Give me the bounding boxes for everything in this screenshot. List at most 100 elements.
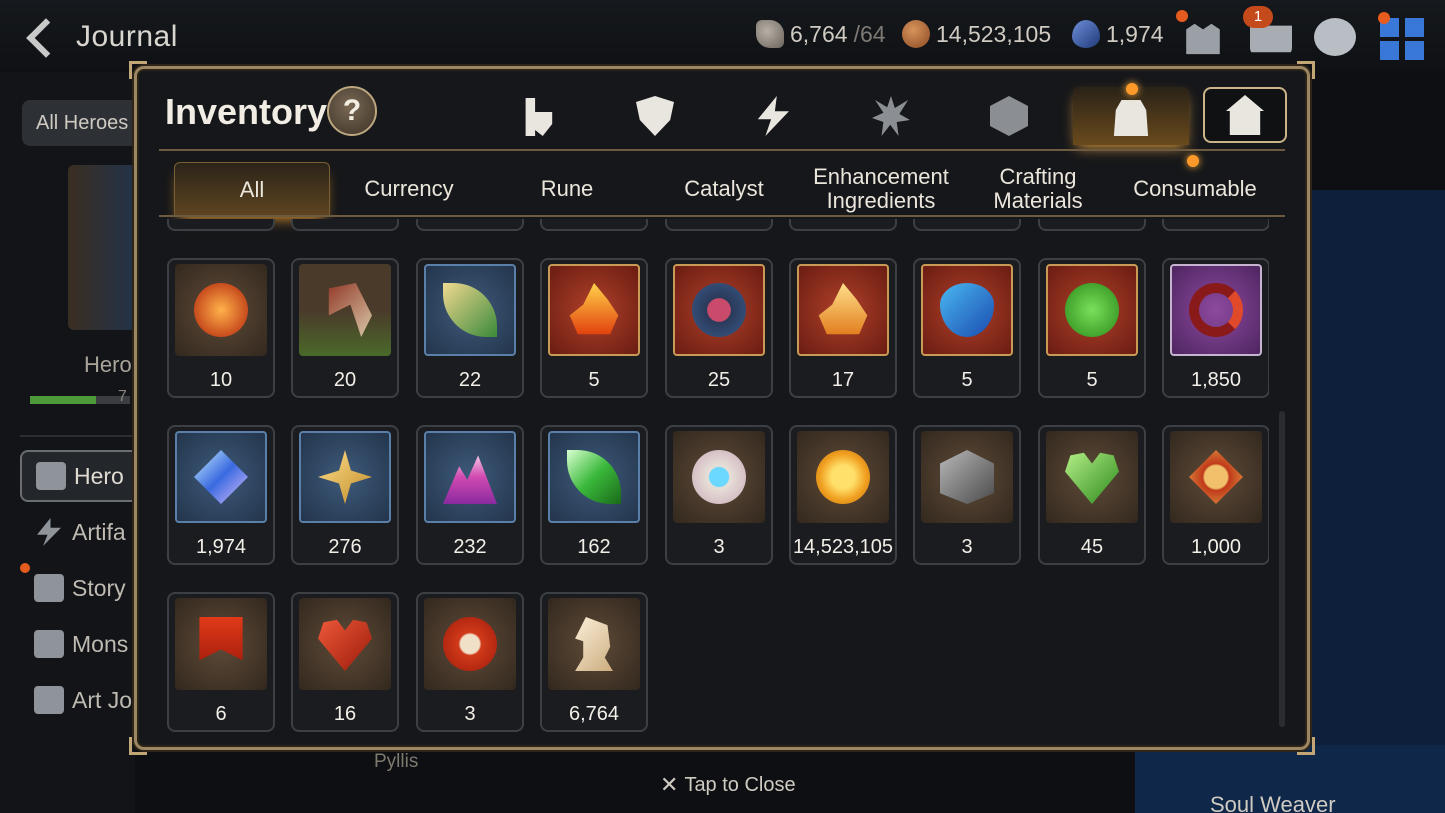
class-label: Soul Weaver <box>1210 792 1336 813</box>
skystone-counter[interactable]: 6,764/64 <box>756 20 886 48</box>
hero-label: Hero <box>84 352 132 377</box>
item-qty: 5 <box>588 369 600 391</box>
item-slot[interactable]: 276 <box>291 425 399 565</box>
item-frame <box>299 431 391 523</box>
gold-value: 14,523,105 <box>936 20 1052 47</box>
tab-equipment[interactable] <box>479 87 595 145</box>
item-qty: 20 <box>333 369 357 391</box>
item-slot[interactable]: 10 <box>167 258 275 398</box>
subtab-currency[interactable]: Currency <box>331 162 487 216</box>
menu-grid-icon[interactable] <box>1380 18 1424 60</box>
scrollbar[interactable] <box>1279 411 1285 727</box>
item-slot[interactable]: 17 <box>789 258 897 398</box>
item-frame <box>424 598 516 690</box>
item-slot[interactable]: 1,850 <box>1162 258 1269 398</box>
splat-icon <box>872 96 910 136</box>
item-slot-partial[interactable] <box>540 219 648 231</box>
item-slot[interactable]: 1,000 <box>1162 425 1269 565</box>
item-frame <box>673 431 765 523</box>
nav-artifact[interactable]: Artifa <box>20 506 140 558</box>
item-slot[interactable]: 1,974 <box>167 425 275 565</box>
item-slot-partial[interactable] <box>665 219 773 231</box>
tab-items[interactable] <box>1073 87 1189 145</box>
subtab-all[interactable]: All <box>174 162 330 216</box>
item-frame <box>921 431 1013 523</box>
subtab-consumable[interactable]: Consumable <box>1117 162 1273 216</box>
nav-hero[interactable]: Hero <box>20 450 140 502</box>
item-frame <box>424 431 516 523</box>
tab-artifact[interactable] <box>597 87 713 145</box>
hero-name: Pyllis <box>374 751 419 772</box>
item-qty: 3 <box>713 536 725 558</box>
item-slot[interactable]: 3 <box>416 592 524 732</box>
item-frame <box>299 264 391 356</box>
tab-cube[interactable] <box>951 87 1067 145</box>
seal-icon <box>443 617 497 671</box>
item-frame <box>1170 264 1262 356</box>
item-slot[interactable]: 5 <box>913 258 1021 398</box>
item-slot-partial[interactable] <box>291 219 399 231</box>
help-button[interactable]: ? <box>327 86 377 136</box>
item-slot[interactable]: 14,523,105 <box>789 425 897 565</box>
filter-dropdown[interactable]: All Heroes <box>22 100 142 146</box>
subtab-catalyst[interactable]: Catalyst <box>646 162 802 216</box>
skystone-sub: /64 <box>853 20 886 47</box>
item-slot[interactable]: 5 <box>540 258 648 398</box>
mail-badge: 1 <box>1243 6 1273 28</box>
item-qty: 6,764 <box>568 703 620 725</box>
item-slot[interactable]: 3 <box>665 425 773 565</box>
item-slot[interactable]: 3 <box>913 425 1021 565</box>
item-frame <box>175 264 267 356</box>
item-slot-partial[interactable] <box>913 219 1021 231</box>
green-heart-icon <box>1065 452 1119 504</box>
item-slot[interactable]: 25 <box>665 258 773 398</box>
subtab-crafting[interactable]: Crafting Materials <box>960 162 1116 216</box>
subtab-rune[interactable]: Rune <box>489 162 645 216</box>
item-slot[interactable]: 6 <box>167 592 275 732</box>
back-arrow-icon[interactable] <box>22 16 62 60</box>
item-slot-partial[interactable] <box>1038 219 1146 231</box>
item-slot[interactable]: 22 <box>416 258 524 398</box>
flame-rune-icon <box>569 283 619 335</box>
item-slot[interactable]: 5 <box>1038 258 1146 398</box>
star-amulet-icon <box>318 450 372 504</box>
item-qty: 5 <box>961 369 973 391</box>
item-slot-partial[interactable] <box>167 219 275 231</box>
divider <box>159 149 1285 151</box>
tab-storage[interactable] <box>1203 87 1287 143</box>
tab-material[interactable] <box>833 87 949 145</box>
item-qty: 5 <box>1086 369 1098 391</box>
bolt-icon <box>37 518 61 546</box>
item-slot[interactable]: 16 <box>291 592 399 732</box>
tap-to-close-button[interactable]: ✕ Tap to Close <box>660 772 796 798</box>
nav-monster[interactable]: Mons <box>20 618 140 670</box>
item-slot[interactable]: 232 <box>416 425 524 565</box>
notification-dot <box>1176 10 1188 22</box>
item-qty: 14,523,105 <box>792 536 894 558</box>
tree-rune-icon <box>1065 283 1119 337</box>
gold-counter[interactable]: 14,523,105 <box>902 20 1051 48</box>
item-slot[interactable]: 162 <box>540 425 648 565</box>
item-slot[interactable]: 6,764 <box>540 592 648 732</box>
item-slot[interactable]: 20 <box>291 258 399 398</box>
nav-story[interactable]: Story <box>20 562 140 614</box>
item-slot-partial[interactable] <box>1162 219 1269 231</box>
item-slot-partial[interactable] <box>416 219 524 231</box>
item-slot[interactable]: 45 <box>1038 425 1146 565</box>
chat-icon[interactable] <box>1314 18 1356 56</box>
hero-icon <box>36 462 66 490</box>
tab-skill[interactable] <box>715 87 831 145</box>
crystal-counter[interactable]: 1,974 <box>1072 20 1164 48</box>
shield-icon <box>636 96 674 136</box>
feather-herb-icon <box>443 283 497 337</box>
item-slot-partial[interactable] <box>789 219 897 231</box>
item-qty: 3 <box>961 536 973 558</box>
bag-icon <box>1113 100 1149 136</box>
item-qty: 1,000 <box>1190 536 1242 558</box>
nav-label: Artifa <box>72 518 126 545</box>
nav-art-journal[interactable]: Art Jo <box>20 674 140 726</box>
item-qty: 232 <box>453 536 487 558</box>
nav-label: Story <box>72 574 126 601</box>
notification-dot <box>1378 12 1390 24</box>
subtab-enhancement[interactable]: Enhancement Ingredients <box>803 162 959 216</box>
